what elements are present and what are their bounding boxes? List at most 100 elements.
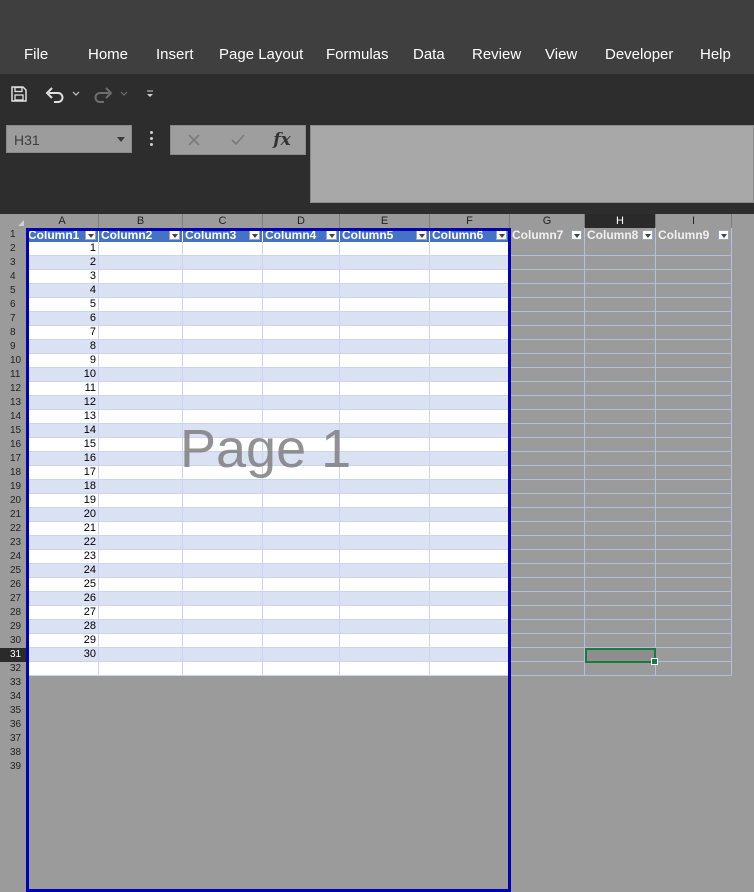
table-cell[interactable]	[99, 578, 183, 592]
table-cell[interactable]	[510, 452, 585, 466]
column-header-f[interactable]: F	[430, 214, 510, 228]
table-cell[interactable]	[656, 508, 732, 522]
table-cell[interactable]	[656, 340, 732, 354]
table-cell[interactable]	[263, 242, 340, 256]
table-cell[interactable]	[340, 508, 430, 522]
table-cell[interactable]	[99, 368, 183, 382]
table-header-cell[interactable]: Column4	[263, 228, 340, 242]
table-cell[interactable]	[263, 606, 340, 620]
table-cell[interactable]	[183, 340, 263, 354]
table-cell[interactable]	[340, 522, 430, 536]
table-cell[interactable]: 21	[26, 522, 99, 536]
table-cell[interactable]	[263, 410, 340, 424]
save-button[interactable]	[8, 82, 30, 106]
table-cell[interactable]	[99, 592, 183, 606]
table-cell[interactable]	[99, 396, 183, 410]
table-cell[interactable]	[183, 256, 263, 270]
column-header-c[interactable]: C	[183, 214, 263, 228]
table-cell[interactable]	[340, 578, 430, 592]
cancel-button[interactable]	[179, 129, 209, 151]
table-cell[interactable]: 26	[26, 592, 99, 606]
table-cell[interactable]	[656, 564, 732, 578]
table-cell[interactable]	[263, 270, 340, 284]
row-header[interactable]: 24	[0, 550, 26, 564]
table-cell[interactable]	[340, 270, 430, 284]
table-cell[interactable]	[510, 368, 585, 382]
table-cell[interactable]	[99, 550, 183, 564]
row-header[interactable]: 7	[0, 312, 26, 326]
table-cell[interactable]	[430, 480, 510, 494]
row-header[interactable]: 5	[0, 284, 26, 298]
table-cell[interactable]	[183, 284, 263, 298]
table-cell[interactable]	[656, 312, 732, 326]
table-cell[interactable]	[340, 620, 430, 634]
table-cell[interactable]	[430, 438, 510, 452]
table-cell[interactable]: 28	[26, 620, 99, 634]
table-cell[interactable]	[183, 662, 263, 676]
table-cell[interactable]	[585, 242, 656, 256]
table-header-cell[interactable]: Column5	[340, 228, 430, 242]
table-cell[interactable]	[430, 634, 510, 648]
table-cell[interactable]	[99, 382, 183, 396]
row-header[interactable]: 20	[0, 494, 26, 508]
table-cell[interactable]	[183, 480, 263, 494]
tab-page-layout[interactable]: Page Layout	[219, 46, 303, 63]
table-cell[interactable]	[656, 256, 732, 270]
table-cell[interactable]	[263, 256, 340, 270]
table-cell[interactable]	[340, 242, 430, 256]
table-header-cell[interactable]: Column9	[656, 228, 732, 242]
table-cell[interactable]: 8	[26, 340, 99, 354]
table-cell[interactable]	[510, 578, 585, 592]
table-cell[interactable]	[585, 592, 656, 606]
table-cell[interactable]	[340, 424, 430, 438]
table-cell[interactable]	[99, 662, 183, 676]
table-cell[interactable]	[183, 326, 263, 340]
table-cell[interactable]	[585, 298, 656, 312]
table-cell[interactable]	[656, 410, 732, 424]
row-header[interactable]: 19	[0, 480, 26, 494]
table-cell[interactable]	[99, 326, 183, 340]
table-cell[interactable]	[183, 606, 263, 620]
table-cell[interactable]	[585, 466, 656, 480]
table-cell[interactable]	[183, 382, 263, 396]
filter-dropdown-icon[interactable]	[718, 230, 729, 240]
table-cell[interactable]	[510, 662, 585, 676]
table-cell[interactable]	[340, 662, 430, 676]
row-header[interactable]: 39	[0, 760, 26, 774]
table-cell[interactable]	[656, 648, 732, 662]
enter-button[interactable]	[223, 129, 253, 151]
row-header[interactable]: 23	[0, 536, 26, 550]
table-cell[interactable]	[585, 578, 656, 592]
filter-dropdown-icon[interactable]	[249, 230, 260, 240]
table-cell[interactable]	[263, 298, 340, 312]
table-cell[interactable]	[183, 452, 263, 466]
table-cell[interactable]	[263, 466, 340, 480]
row-header[interactable]: 9	[0, 340, 26, 354]
table-cell[interactable]	[99, 284, 183, 298]
formula-bar-input[interactable]	[310, 125, 754, 203]
table-cell[interactable]	[430, 606, 510, 620]
table-cell[interactable]	[510, 592, 585, 606]
table-cell[interactable]	[510, 312, 585, 326]
table-cell[interactable]	[263, 620, 340, 634]
table-cell[interactable]	[183, 396, 263, 410]
select-all-corner[interactable]	[0, 214, 26, 228]
table-cell[interactable]	[263, 578, 340, 592]
filter-dropdown-icon[interactable]	[169, 230, 180, 240]
table-cell[interactable]	[510, 410, 585, 424]
table-cell[interactable]	[585, 410, 656, 424]
table-cell[interactable]	[656, 396, 732, 410]
table-cell[interactable]	[263, 662, 340, 676]
table-cell[interactable]	[340, 298, 430, 312]
table-cell[interactable]	[340, 256, 430, 270]
table-cell[interactable]	[510, 522, 585, 536]
table-cell[interactable]	[585, 326, 656, 340]
row-header[interactable]: 21	[0, 508, 26, 522]
table-cell[interactable]	[430, 410, 510, 424]
table-cell[interactable]	[99, 522, 183, 536]
table-cell[interactable]	[99, 410, 183, 424]
tab-insert[interactable]: Insert	[156, 46, 194, 63]
row-header[interactable]: 4	[0, 270, 26, 284]
table-cell[interactable]	[510, 550, 585, 564]
table-cell[interactable]	[99, 270, 183, 284]
